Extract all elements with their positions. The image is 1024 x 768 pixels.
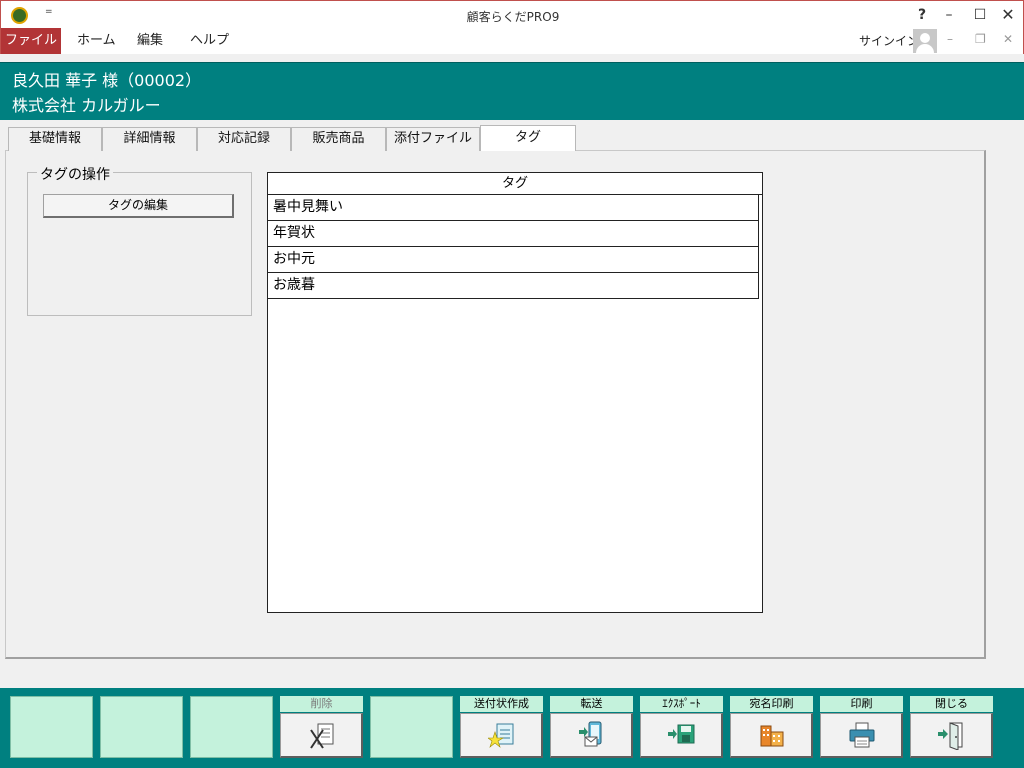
footer-empty-button (100, 696, 183, 758)
close-button[interactable]: 閉じる (910, 696, 993, 758)
title-bar: = 顧客らくだPRO9 ? – ☐ ✕ (0, 0, 1024, 28)
delete-icon (310, 723, 334, 749)
tab-detail-info[interactable]: 詳細情報 (102, 127, 197, 151)
export-button[interactable]: ｴｸｽﾎﾟｰﾄ (640, 696, 723, 758)
tag-row[interactable]: お歳暮 (268, 273, 759, 299)
customer-header: 良久田 華子 様（00002） 株式会社 カルガルー (0, 62, 1024, 120)
menu-file[interactable]: ファイル (1, 28, 61, 54)
menu-bar: ファイル ホーム 編集 ヘルプ サインイン – ❐ ✕ (0, 28, 1024, 54)
cover-letter-button-label: 送付状作成 (460, 696, 543, 712)
footer-empty-button (10, 696, 93, 758)
tab-tags[interactable]: タグ (480, 125, 576, 151)
print-button-label: 印刷 (820, 696, 903, 712)
tag-list[interactable]: タグ 暑中見舞い 年賀状 お中元 お歳暮 (267, 172, 763, 613)
tab-contact-records[interactable]: 対応記録 (197, 127, 291, 151)
tag-list-header: タグ (268, 173, 762, 195)
address-print-icon (760, 725, 784, 747)
exit-door-icon (938, 722, 963, 750)
customer-name: 良久田 華子 様（00002） (12, 71, 202, 90)
export-icon (668, 724, 695, 744)
edit-tags-button[interactable]: タグの編集 (43, 194, 234, 218)
tab-sales-products[interactable]: 販売商品 (291, 127, 386, 151)
footer-empty-button (190, 696, 273, 758)
export-button-label: ｴｸｽﾎﾟｰﾄ (640, 696, 723, 712)
ribbon-close-icon[interactable]: ✕ (1003, 32, 1013, 46)
signin-link[interactable]: サインイン (859, 28, 919, 54)
address-print-button-label: 宛名印刷 (730, 696, 813, 712)
ribbon-restore-icon[interactable]: ❐ (975, 32, 986, 46)
tab-attachments[interactable]: 添付ファイル (386, 127, 480, 151)
footer-toolbar: 削除 送付状作成 転送 ｴｸｽﾎﾟｰﾄ 宛名印刷 印刷 閉じる (0, 688, 1024, 768)
printer-icon (849, 722, 875, 748)
delete-button-label: 削除 (280, 696, 363, 712)
footer-empty-button (370, 696, 453, 758)
menu-edit[interactable]: 編集 (137, 28, 163, 54)
window-title: 顧客らくだPRO9 (466, 10, 560, 24)
tag-row[interactable]: 暑中見舞い (268, 195, 759, 221)
avatar-icon[interactable] (913, 29, 937, 53)
help-icon[interactable]: ? (911, 5, 933, 25)
close-icon[interactable]: ✕ (997, 5, 1019, 25)
cover-letter-icon (488, 723, 514, 748)
address-print-button[interactable]: 宛名印刷 (730, 696, 813, 758)
transfer-button[interactable]: 転送 (550, 696, 633, 758)
customer-company: 株式会社 カルガルー (12, 96, 161, 115)
maximize-icon[interactable]: ☐ (969, 5, 991, 25)
tag-row[interactable]: お中元 (268, 247, 759, 273)
menu-help[interactable]: ヘルプ (190, 28, 229, 54)
menu-home[interactable]: ホーム (77, 28, 116, 54)
transfer-button-label: 転送 (550, 696, 633, 712)
minimize-icon[interactable]: – (938, 5, 960, 25)
print-button[interactable]: 印刷 (820, 696, 903, 758)
tag-row[interactable]: 年賀状 (268, 221, 759, 247)
delete-button[interactable]: 削除 (280, 696, 363, 758)
ribbon-minimize-icon[interactable]: – (947, 32, 953, 46)
cover-letter-button[interactable]: 送付状作成 (460, 696, 543, 758)
transfer-icon (579, 721, 602, 747)
tag-operations-label: タグの操作 (37, 164, 113, 184)
close-button-label: 閉じる (910, 696, 993, 712)
tab-basic-info[interactable]: 基礎情報 (8, 127, 102, 151)
